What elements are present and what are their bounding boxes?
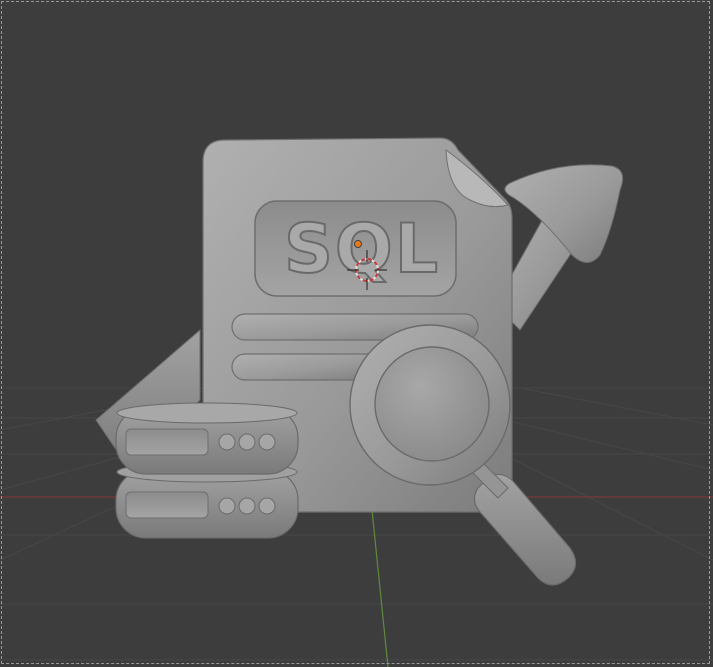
viewport-canvas[interactable]: SQL <box>0 0 713 667</box>
magnifier-icon <box>349 324 577 586</box>
sql-label-text: SQL <box>284 210 440 289</box>
sql-model[interactable]: SQL <box>95 137 624 586</box>
y-axis-line <box>371 509 389 667</box>
database-icon <box>115 402 299 539</box>
object-origin-icon[interactable] <box>354 240 362 248</box>
3d-viewport[interactable]: SQL <box>0 0 713 667</box>
